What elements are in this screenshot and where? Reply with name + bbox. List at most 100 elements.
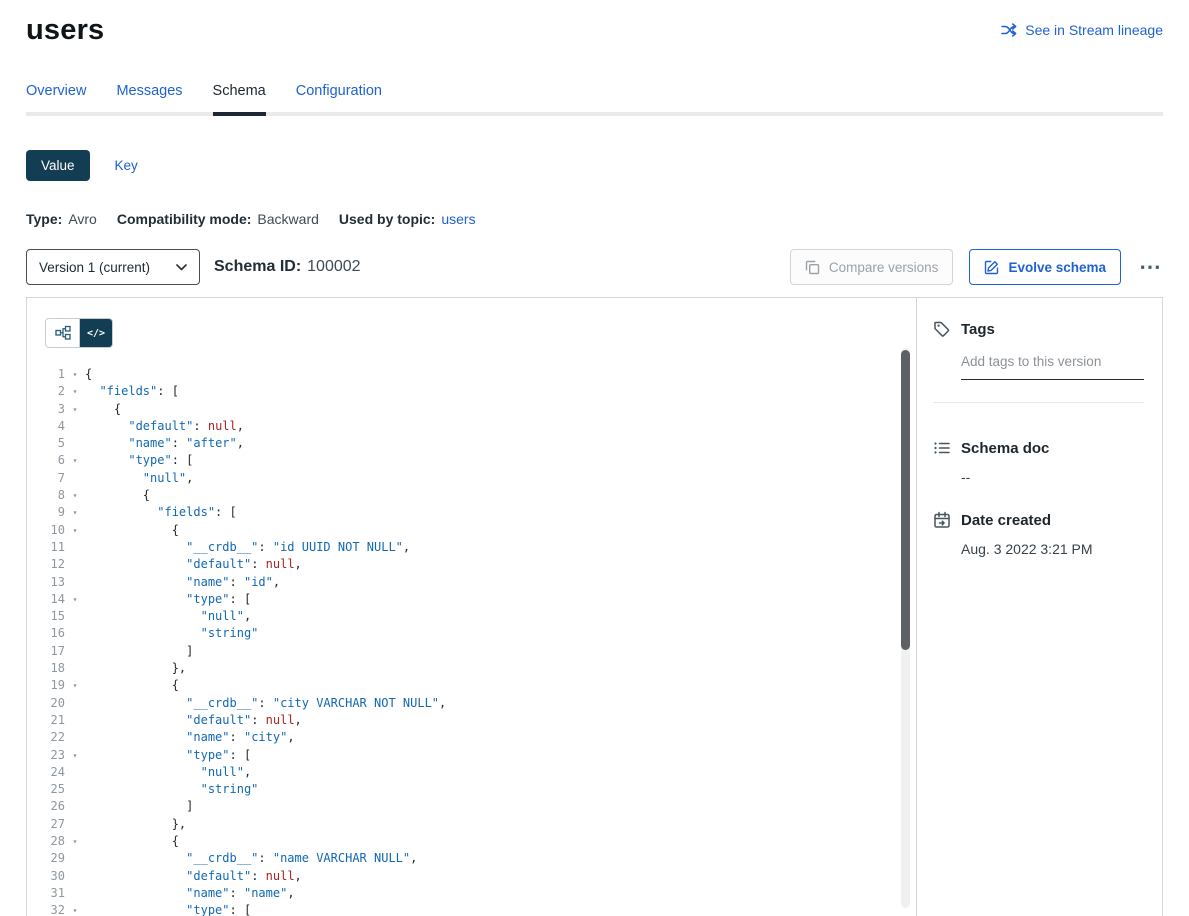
code-line: 31 "name": "name", <box>27 885 916 902</box>
line-number: 21 <box>27 712 65 729</box>
line-number: 31 <box>27 885 65 902</box>
key-toggle-button[interactable]: Key <box>100 150 153 181</box>
line-number: 32 <box>27 902 65 916</box>
code-line-text: "type": [ <box>85 747 251 764</box>
code-line-text: "name": "id", <box>85 574 280 591</box>
fold-toggle-icon[interactable]: ▾ <box>65 677 85 694</box>
line-number: 1 <box>27 366 65 383</box>
stream-lineage-icon <box>1001 23 1018 37</box>
details-sidebar: Tags Schema doc -- <box>916 298 1162 916</box>
fold-toggle-icon[interactable]: ▾ <box>65 366 85 383</box>
code-line-text: ] <box>85 643 193 660</box>
schema-doc-section: Schema doc -- <box>933 439 1144 485</box>
fold-spacer <box>65 608 85 625</box>
code-line: 10▾ { <box>27 522 916 539</box>
tree-view-button[interactable] <box>46 319 79 347</box>
code-line-text: { <box>85 833 179 850</box>
compare-versions-button[interactable]: Compare versions <box>790 249 954 285</box>
code-line-text: "default": null, <box>85 418 244 435</box>
code-line: 28▾ { <box>27 833 916 850</box>
code-line-text: "null", <box>85 608 251 625</box>
fold-spacer <box>65 643 85 660</box>
code-line-text: "type": [ <box>85 902 251 916</box>
schema-id-value: 100002 <box>307 258 360 276</box>
compatibility-label: Compatibility mode: <box>117 211 252 227</box>
code-line-text: { <box>85 401 121 418</box>
line-number: 23 <box>27 747 65 764</box>
more-options-button[interactable]: ⋯ <box>1137 256 1163 278</box>
fold-toggle-icon[interactable]: ▾ <box>65 591 85 608</box>
fold-spacer <box>65 885 85 902</box>
code-view-icon: </> <box>87 328 105 339</box>
code-line: 19▾ { <box>27 677 916 694</box>
fold-toggle-icon[interactable]: ▾ <box>65 487 85 504</box>
fold-toggle-icon[interactable]: ▾ <box>65 833 85 850</box>
line-number: 14 <box>27 591 65 608</box>
line-number: 19 <box>27 677 65 694</box>
evolve-schema-button[interactable]: Evolve schema <box>969 249 1121 285</box>
schema-page: users See in Stream lineage Overview Mes… <box>0 0 1189 916</box>
line-number: 6 <box>27 452 65 469</box>
version-select[interactable]: Version 1 (current) <box>26 249 200 285</box>
used-by-topic-label: Used by topic: <box>339 211 435 227</box>
fold-spacer <box>65 816 85 833</box>
code-line-text: "__crdb__": "id UUID NOT NULL", <box>85 539 410 556</box>
fold-spacer <box>65 712 85 729</box>
fold-toggle-icon[interactable]: ▾ <box>65 504 85 521</box>
value-toggle-button[interactable]: Value <box>26 150 90 181</box>
line-number: 30 <box>27 868 65 885</box>
line-number: 22 <box>27 729 65 746</box>
type-label: Type: <box>26 211 62 227</box>
code-line: 7 "null", <box>27 470 916 487</box>
fold-toggle-icon[interactable]: ▾ <box>65 452 85 469</box>
scrollbar-thumb[interactable] <box>901 350 910 650</box>
tab-configuration[interactable]: Configuration <box>296 83 382 112</box>
line-number: 5 <box>27 435 65 452</box>
tab-messages[interactable]: Messages <box>116 83 182 112</box>
scrollbar-track[interactable] <box>901 348 910 908</box>
topic-link[interactable]: users <box>441 211 475 227</box>
line-number: 18 <box>27 660 65 677</box>
code-line: 23▾ "type": [ <box>27 747 916 764</box>
fold-toggle-icon[interactable]: ▾ <box>65 902 85 916</box>
code-line: 14▾ "type": [ <box>27 591 916 608</box>
code-editor-lines[interactable]: 1▾{2▾ "fields": [3▾ {4 "default": null,5… <box>27 366 916 916</box>
list-icon <box>933 439 951 457</box>
fold-toggle-icon[interactable]: ▾ <box>65 383 85 400</box>
line-number: 13 <box>27 574 65 591</box>
page-title: users <box>26 14 104 47</box>
tree-view-icon <box>55 325 71 341</box>
line-number: 10 <box>27 522 65 539</box>
fold-spacer <box>65 539 85 556</box>
fold-toggle-icon[interactable]: ▾ <box>65 522 85 539</box>
schema-panel: </> 1▾{2▾ "fields": [3▾ {4 "default": nu… <box>26 297 1163 916</box>
stream-lineage-link[interactable]: See in Stream lineage <box>1001 22 1163 38</box>
tags-input[interactable] <box>961 348 1144 380</box>
fold-spacer <box>65 625 85 642</box>
code-line: 29 "__crdb__": "name VARCHAR NULL", <box>27 850 916 867</box>
line-number: 3 <box>27 401 65 418</box>
fold-toggle-icon[interactable]: ▾ <box>65 401 85 418</box>
line-number: 25 <box>27 781 65 798</box>
tab-schema[interactable]: Schema <box>213 83 266 112</box>
line-number: 16 <box>27 625 65 642</box>
tab-overview[interactable]: Overview <box>26 83 86 112</box>
sidebar-divider <box>933 402 1144 403</box>
code-line: 16 "string" <box>27 625 916 642</box>
code-line-text: "type": [ <box>85 452 193 469</box>
code-line: 32▾ "type": [ <box>27 902 916 916</box>
code-line-text: "string" <box>85 625 258 642</box>
code-line: 6▾ "type": [ <box>27 452 916 469</box>
fold-spacer <box>65 418 85 435</box>
code-line-text: "name": "after", <box>85 435 244 452</box>
code-line-text: "__crdb__": "city VARCHAR NOT NULL", <box>85 695 446 712</box>
code-view-button[interactable]: </> <box>79 319 112 347</box>
code-line: 2▾ "fields": [ <box>27 383 916 400</box>
fold-spacer <box>65 781 85 798</box>
line-number: 2 <box>27 383 65 400</box>
code-line: 27 }, <box>27 816 916 833</box>
edit-icon <box>984 260 999 275</box>
chevron-down-icon <box>176 264 187 271</box>
code-line-text: "name": "city", <box>85 729 295 746</box>
fold-toggle-icon[interactable]: ▾ <box>65 747 85 764</box>
